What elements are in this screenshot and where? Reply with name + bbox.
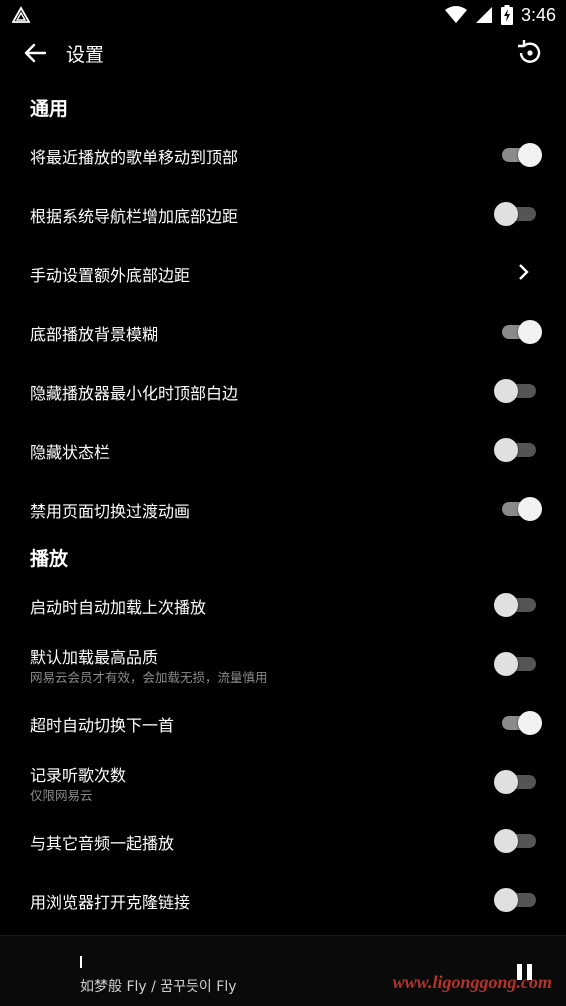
mini-player[interactable]: 如梦般 Fly / 꿈꾸듯이 Fly www.ligonggong.com <box>0 935 566 1006</box>
restore-icon <box>518 40 541 63</box>
toggle-switch[interactable] <box>494 591 544 619</box>
setting-title: 将最近播放的歌单移动到顶部 <box>30 148 239 167</box>
toggle-switch[interactable] <box>494 650 544 678</box>
setting-subtitle: 网易云会员才有效，会加载无损，流量慎用 <box>30 670 268 685</box>
setting-title: 用浏览器打开克隆链接 <box>30 893 191 912</box>
toggle-switch[interactable] <box>494 436 544 464</box>
now-playing-title: 如梦般 Fly / 꿈꾸듯이 Fly <box>80 979 237 995</box>
setting-title: 隐藏播放器最小化时顶部白边 <box>30 384 239 403</box>
toggle-switch[interactable] <box>494 495 544 523</box>
restore-defaults-button[interactable] <box>514 37 546 69</box>
settings-screen: 3:46 设置 通用 将最近播放的歌单移动到顶部 根据系统导航栏增加底部边距 手… <box>0 0 566 1006</box>
setting-title: 启动时自动加载上次播放 <box>30 598 207 617</box>
setting-title: 记录听歌次数 <box>30 766 127 785</box>
toggle-switch[interactable] <box>494 768 544 796</box>
setting-row-extra-bottom-padding[interactable]: 手动设置额外底部边距 <box>0 244 566 302</box>
setting-title: 超时自动切换下一首 <box>30 716 175 735</box>
setting-row-hide-status-bar[interactable]: 隐藏状态栏 <box>0 421 566 479</box>
setting-row-autoload-last-played[interactable]: 启动时自动加载上次播放 <box>0 576 566 634</box>
wifi-icon <box>444 6 467 23</box>
page-title: 设置 <box>66 44 105 66</box>
setting-row-highest-quality[interactable]: 默认加载最高品质 网易云会员才有效，会加载无损，流量慎用 <box>0 635 566 693</box>
section-header-playback: 播放 <box>30 548 69 570</box>
setting-subtitle: 仅限网易云 <box>30 788 93 803</box>
setting-title: 默认加载最高品质 <box>30 648 159 667</box>
setting-row-timeout-skip-next[interactable]: 超时自动切换下一首 <box>0 694 566 752</box>
arrow-left-icon <box>24 43 46 63</box>
setting-row-nav-bar-bottom-padding[interactable]: 根据系统导航栏增加底部边距 <box>0 185 566 243</box>
setting-row-player-background-blur[interactable]: 底部播放背景模糊 <box>0 303 566 361</box>
back-button[interactable] <box>18 37 52 69</box>
setting-title: 根据系统导航栏增加底部边距 <box>30 207 239 226</box>
toolbar: 设置 <box>0 30 566 76</box>
setting-row-move-recent-to-top[interactable]: 将最近播放的歌单移动到顶部 <box>0 126 566 184</box>
status-bar: 3:46 <box>0 0 566 30</box>
setting-row-disable-transition-animation[interactable]: 禁用页面切换过渡动画 <box>0 480 566 538</box>
battery-charging-icon <box>500 5 513 25</box>
status-time: 3:46 <box>520 4 556 25</box>
toggle-switch[interactable] <box>494 886 544 914</box>
toggle-switch[interactable] <box>494 827 544 855</box>
section-header-general: 通用 <box>30 98 69 120</box>
setting-title: 与其它音频一起播放 <box>30 834 175 853</box>
setting-title: 禁用页面切换过渡动画 <box>30 502 191 521</box>
toggle-switch[interactable] <box>494 318 544 346</box>
toggle-switch[interactable] <box>494 377 544 405</box>
setting-title: 底部播放背景模糊 <box>30 325 159 344</box>
setting-row-hide-top-white-border[interactable]: 隐藏播放器最小化时顶部白边 <box>0 362 566 420</box>
pause-icon <box>517 964 522 980</box>
cell-signal-icon <box>475 7 492 23</box>
setting-row-mix-with-other-audio[interactable]: 与其它音频一起播放 <box>0 812 566 870</box>
chevron-right-icon <box>519 264 529 280</box>
pause-button[interactable] <box>514 962 536 984</box>
toggle-switch[interactable] <box>494 709 544 737</box>
setting-title: 隐藏状态栏 <box>30 443 111 462</box>
toggle-switch[interactable] <box>494 141 544 169</box>
setting-row-open-clone-link-in-browser[interactable]: 用浏览器打开克隆链接 <box>0 871 566 929</box>
setting-row-record-play-count[interactable]: 记录听歌次数 仅限网易云 <box>0 753 566 811</box>
setting-title: 手动设置额外底部边距 <box>30 266 191 285</box>
status-icons: 3:46 <box>444 4 556 26</box>
progress-marker <box>80 956 82 968</box>
toggle-switch[interactable] <box>494 200 544 228</box>
app-notification-icon <box>12 6 30 23</box>
